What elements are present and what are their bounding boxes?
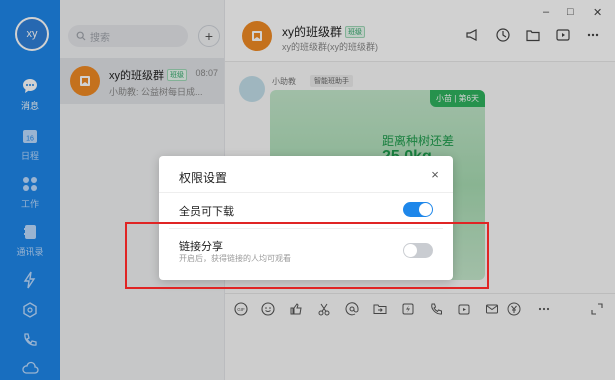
download-toggle[interactable] xyxy=(403,202,433,217)
dialog-title: 权限设置 xyxy=(179,171,228,185)
highlight-annotation-box xyxy=(125,222,489,289)
dialog-divider xyxy=(159,192,453,193)
download-setting-label: 全员可下载 xyxy=(179,206,234,218)
dialog-close-button[interactable]: × xyxy=(427,166,443,182)
toggle-knob xyxy=(419,203,432,216)
close-icon: × xyxy=(431,166,439,182)
